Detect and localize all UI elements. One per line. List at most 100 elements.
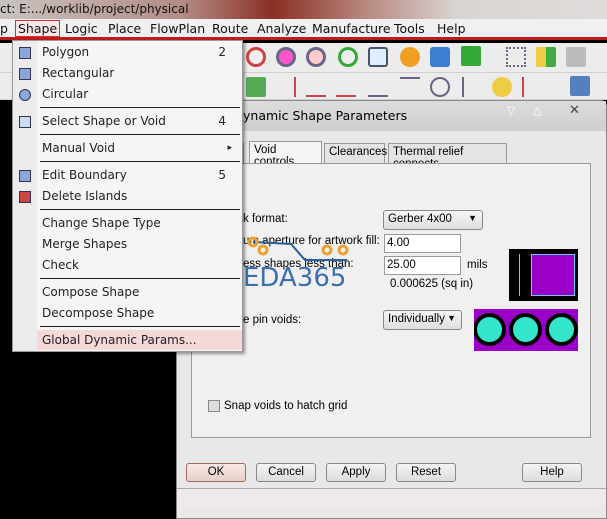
menu-item-rectangular[interactable]: Rectangular: [42, 63, 240, 83]
line-icon[interactable]: [400, 77, 420, 97]
reset-button[interactable]: Reset: [396, 463, 456, 482]
menu-manufacture[interactable]: Manufacture: [312, 21, 391, 36]
dimension-line: [519, 254, 520, 296]
window-title-bar: ct: E:.../worklib/project/physical: [0, 0, 607, 19]
menu-item-merge-shapes[interactable]: Merge Shapes: [42, 234, 240, 254]
edit-boundary-icon: [19, 170, 31, 182]
color-icon[interactable]: [536, 47, 556, 67]
menu-logic[interactable]: Logic: [65, 21, 98, 36]
zoom-fit-icon[interactable]: [246, 47, 266, 67]
ok-button[interactable]: OK: [186, 463, 246, 482]
chevron-down-icon: ▼: [447, 313, 456, 323]
menu-place[interactable]: Place: [108, 21, 141, 36]
minimize-icon[interactable]: ▽: [507, 104, 515, 117]
mils-unit: mils: [467, 259, 488, 271]
3d-view-icon[interactable]: [430, 47, 450, 67]
menu-item-circular[interactable]: Circular: [42, 84, 240, 104]
shape-preview: [531, 254, 575, 296]
area-readout: 0.000625 (sq in): [390, 278, 474, 290]
check-icon[interactable]: [522, 77, 542, 97]
artwork-format-label: k format:: [243, 213, 288, 225]
marker-icon[interactable]: [492, 77, 512, 97]
help-button[interactable]: Help: [522, 463, 582, 482]
menu-route[interactable]: Route: [212, 21, 248, 36]
rectangle-icon: [19, 68, 31, 80]
menu-edit[interactable]: p: [0, 21, 8, 36]
menu-help[interactable]: Help: [437, 21, 466, 36]
flip-icon[interactable]: [461, 46, 481, 66]
zoom-out-icon[interactable]: [306, 47, 326, 67]
shortcut: 2: [218, 45, 226, 59]
menu-analyze[interactable]: Analyze: [257, 21, 306, 36]
suppress-preview-image: [509, 249, 578, 301]
eda365-watermark: EDA365: [243, 236, 349, 291]
dialog-title: ynamic Shape Parameters: [243, 108, 408, 123]
cancel-button[interactable]: Cancel: [256, 463, 316, 482]
menu-item-check[interactable]: Check: [42, 255, 240, 275]
circle-icon: [19, 89, 31, 101]
zoom-world-icon[interactable]: [368, 47, 388, 67]
refresh-icon[interactable]: [400, 47, 420, 67]
menu-tools[interactable]: Tools: [394, 21, 425, 36]
suppress-shapes-input[interactable]: 25.00: [384, 256, 461, 275]
menu-item-edit-boundary[interactable]: Edit Boundary 5: [42, 165, 240, 185]
window-title: ct: E:.../worklib/project/physical: [0, 2, 189, 16]
item-label: Select Shape or Void: [42, 114, 166, 128]
pin-void: [509, 313, 542, 346]
pin-voids-value: Individually: [388, 313, 445, 325]
submenu-arrow-icon: ▸: [227, 143, 232, 153]
menu-item-change-shape-type[interactable]: Change Shape Type: [42, 213, 240, 233]
pin-void: [474, 313, 506, 346]
component-icon[interactable]: [246, 77, 266, 97]
pin-void: [545, 313, 578, 346]
delete-islands-icon: [19, 191, 31, 203]
menu-flowplan[interactable]: FlowPlan: [150, 21, 205, 36]
arc-icon[interactable]: [462, 77, 482, 97]
tab-void-controls[interactable]: Void controls: [249, 141, 322, 168]
measure-icon[interactable]: [306, 77, 326, 97]
min-aperture-input[interactable]: 4.00: [384, 234, 461, 253]
shortcut: 5: [218, 168, 226, 182]
menu-separator: [40, 134, 240, 135]
chevron-down-icon: ▼: [468, 213, 477, 223]
circle-measure-icon[interactable]: [430, 77, 450, 97]
grid-icon[interactable]: [506, 47, 526, 67]
menu-separator: [40, 107, 240, 108]
pin-voids-select[interactable]: Individually ▼: [383, 310, 462, 330]
close-icon[interactable]: ✕: [569, 103, 580, 118]
snap-voids-checkbox[interactable]: [208, 400, 220, 412]
tab-clearances[interactable]: Clearances: [324, 143, 387, 163]
menu-separator: [40, 209, 240, 210]
pin-voids-label: e pin voids:: [243, 314, 302, 326]
menu-item-decompose-shape[interactable]: Decompose Shape: [42, 303, 240, 323]
menu-item-select-shape-or-void[interactable]: Select Shape or Void 4: [42, 111, 240, 131]
item-label: Polygon: [42, 45, 90, 59]
snap-voids-label: Snap voids to hatch grid: [224, 400, 348, 412]
shape-menu-dropdown: Polygon 2 Rectangular Circular Select Sha…: [12, 40, 243, 352]
dimension-icon[interactable]: [276, 77, 296, 97]
odb-icon[interactable]: [570, 76, 590, 96]
menu-item-manual-void[interactable]: Manual Void ▸: [42, 138, 240, 158]
measure-offset-icon[interactable]: [336, 77, 356, 97]
zoom-in-icon[interactable]: [276, 47, 296, 67]
angle-icon[interactable]: [368, 77, 388, 97]
menu-bar: p Shape Logic Place FlowPlan Route Analy…: [0, 19, 607, 40]
pin-voids-preview-image: [474, 309, 578, 351]
zoom-previous-icon[interactable]: [338, 47, 358, 67]
apply-button[interactable]: Apply: [326, 463, 386, 482]
menu-item-delete-islands[interactable]: Delete Islands: [42, 186, 240, 206]
status-bar: [177, 488, 606, 510]
item-label: Edit Boundary: [42, 168, 127, 182]
tab-thermal-relief[interactable]: Thermal relief connects: [388, 143, 507, 170]
menu-item-compose-shape[interactable]: Compose Shape: [42, 282, 240, 302]
menu-shape[interactable]: Shape: [15, 20, 61, 37]
maximize-icon[interactable]: △: [533, 104, 541, 117]
select-arrow-icon: [19, 116, 31, 128]
artwork-format-select[interactable]: Gerber 4x00 ▼: [383, 210, 483, 230]
menu-separator: [40, 161, 240, 162]
menu-item-global-dynamic-params[interactable]: Global Dynamic Params...: [37, 330, 242, 350]
menu-separator: [40, 326, 240, 327]
menu-item-polygon[interactable]: Polygon 2: [42, 42, 240, 62]
svg-text:EDA365: EDA365: [243, 263, 346, 291]
layer-icon[interactable]: [566, 47, 586, 67]
